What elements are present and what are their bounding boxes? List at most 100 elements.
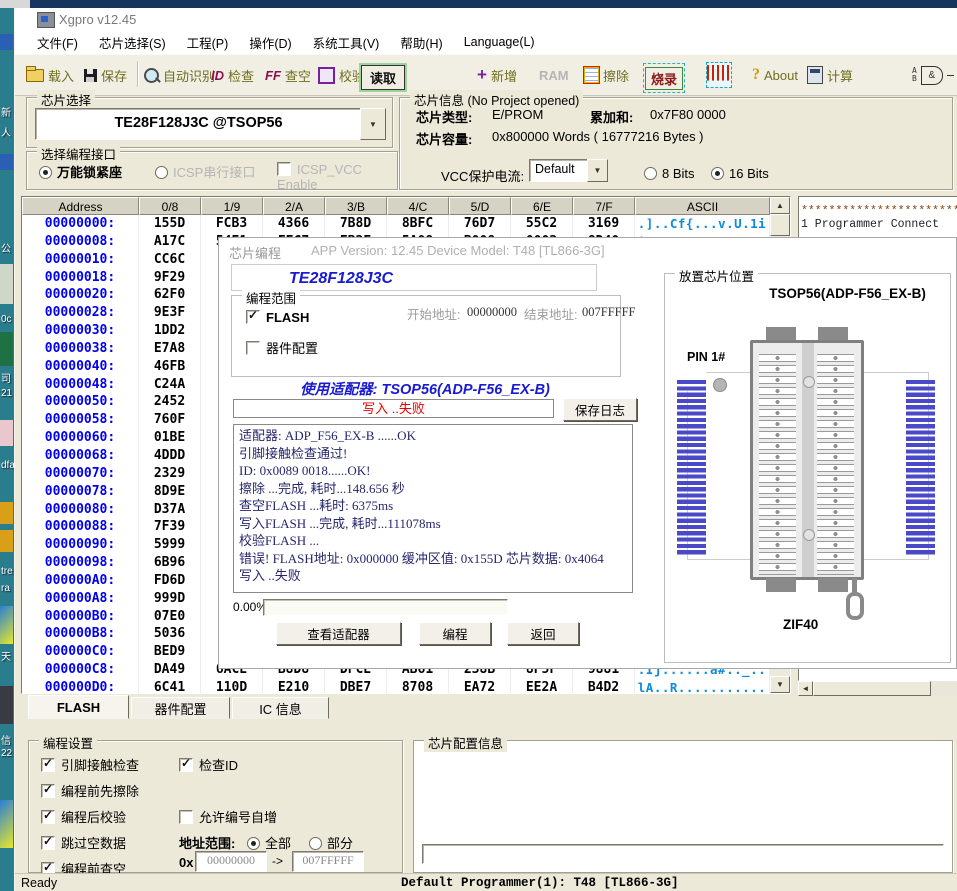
hex-header-address[interactable]: Address <box>22 197 139 215</box>
menu-language[interactable]: Language(L) <box>464 35 535 49</box>
desktop-icon[interactable] <box>0 264 13 304</box>
hex-cell[interactable]: D37A <box>139 501 201 519</box>
settings-checkbox[interactable]: ✓编程后校验 <box>41 807 139 825</box>
chip-select-combobox[interactable]: TE28F128J3C @TSOP56 <box>35 108 362 140</box>
check-id-checkbox[interactable]: ✓检查ID <box>179 755 238 774</box>
scroll-left-button[interactable]: ◄ <box>798 681 813 696</box>
hex-cell[interactable]: 8D9E <box>139 483 201 501</box>
bits8-radio[interactable]: 8 Bits <box>644 166 695 181</box>
menu-chip-select[interactable]: 芯片选择(S) <box>99 33 166 52</box>
hex-cell[interactable]: A17C <box>139 233 201 251</box>
read-button[interactable]: 读取 <box>361 64 405 90</box>
hex-cell[interactable]: 5999 <box>139 536 201 554</box>
range-from-field[interactable]: 00000000 <box>195 851 267 872</box>
settings-checkbox[interactable]: ✓跳过空数据 <box>41 833 139 851</box>
desktop-icon[interactable] <box>0 686 13 724</box>
calculator-button[interactable]: 计算 <box>807 62 853 88</box>
range-to-field[interactable]: 007FFFFF <box>292 851 364 872</box>
hex-cell[interactable]: 1DD2 <box>139 322 201 340</box>
socket-radio[interactable]: 万能锁紧座 <box>39 162 122 181</box>
vcc-dropdown-button[interactable]: ▼ <box>587 159 608 182</box>
hex-header-col[interactable]: 7/F <box>573 197 635 215</box>
hex-cell[interactable]: 2452 <box>139 393 201 411</box>
hex-cell[interactable]: 01BE <box>139 429 201 447</box>
hex-cell[interactable]: EE2A <box>511 679 573 694</box>
hex-cell[interactable]: E210 <box>263 679 325 694</box>
burn-button[interactable]: 烧录 <box>643 63 685 93</box>
hex-row[interactable]: 000000D0: 6C41 110D E210 DBE7 8708 EA72 … <box>22 679 770 694</box>
hex-cell[interactable]: 6C41 <box>139 679 201 694</box>
menu-operation[interactable]: 操作(D) <box>249 33 291 52</box>
return-button[interactable]: 返回 <box>507 622 579 645</box>
hex-cell[interactable]: 2329 <box>139 465 201 483</box>
menu-file[interactable]: 文件(F) <box>37 33 78 52</box>
title-bar[interactable]: Xgpro v12.45 <box>15 8 957 30</box>
hex-cell[interactable]: 8BFC <box>387 215 449 233</box>
desktop-icon[interactable] <box>0 420 13 446</box>
hex-cell[interactable]: E7A8 <box>139 340 201 358</box>
desktop-icon[interactable] <box>0 530 13 552</box>
hex-ascii[interactable]: .]..Cf{...v.U.1i <box>635 215 770 233</box>
hex-cell[interactable]: 6B96 <box>139 554 201 572</box>
hex-cell[interactable]: 7B8D <box>325 215 387 233</box>
hex-cell[interactable]: 46FB <box>139 358 201 376</box>
range-partial-radio[interactable]: 部分 <box>309 833 353 852</box>
menu-project[interactable]: 工程(P) <box>187 33 229 52</box>
hex-cell[interactable]: 9F29 <box>139 269 201 287</box>
hex-header-col[interactable]: 0/8 <box>139 197 201 215</box>
save-button[interactable]: 保存 <box>84 62 127 88</box>
vcc-current-select[interactable]: Default <box>529 159 594 182</box>
about-button[interactable]: ? About <box>752 62 798 88</box>
flash-checkbox[interactable]: ✓FLASH <box>246 310 309 325</box>
scroll-up-button[interactable]: ▲ <box>770 197 790 214</box>
program-button[interactable]: 编程 <box>419 622 491 645</box>
hex-cell[interactable]: 110D <box>201 679 263 694</box>
hex-cell[interactable]: 5036 <box>139 625 201 643</box>
hex-cell[interactable]: FD6D <box>139 572 201 590</box>
hex-cell[interactable]: 4DDD <box>139 447 201 465</box>
erase-button[interactable]: 擦除 <box>584 62 629 88</box>
id-check-button[interactable]: ID 检查 <box>211 62 254 88</box>
tab-ic-info[interactable]: IC 信息 <box>232 697 329 719</box>
tab-flash[interactable]: FLASH <box>28 695 129 719</box>
hex-cell[interactable]: B4D2 <box>573 679 635 694</box>
hex-cell[interactable]: DA49 <box>139 661 201 679</box>
settings-checkbox[interactable]: ✓引脚接触检查 <box>41 755 139 773</box>
auto-detect-button[interactable]: 自动识别 <box>144 62 215 88</box>
hex-header-col[interactable]: 1/9 <box>201 197 263 215</box>
hex-row[interactable]: 00000000: 155D FCB3 4366 7B8D 8BFC 76D7 … <box>22 215 770 233</box>
tab-device-config[interactable]: 器件配置 <box>131 697 230 719</box>
hex-header-ascii[interactable]: ASCII <box>635 197 770 215</box>
hex-cell[interactable]: 76D7 <box>449 215 511 233</box>
bits16-radio[interactable]: 16 Bits <box>711 166 769 181</box>
hex-cell[interactable]: 760F <box>139 411 201 429</box>
menu-system-tools[interactable]: 系统工具(V) <box>313 33 380 52</box>
hex-cell[interactable]: DBE7 <box>325 679 387 694</box>
horizontal-scrollbar[interactable]: ◄ <box>798 681 957 696</box>
device-config-checkbox[interactable]: 器件配置 <box>246 338 318 357</box>
hex-cell[interactable]: 4366 <box>263 215 325 233</box>
hex-cell[interactable]: 62F0 <box>139 286 201 304</box>
verify-button[interactable]: 校验 <box>318 62 365 88</box>
hex-cell[interactable]: FCB3 <box>201 215 263 233</box>
desktop-icon[interactable] <box>0 800 13 848</box>
scrollbar-thumb[interactable] <box>813 681 931 696</box>
hex-cell[interactable]: 55C2 <box>511 215 573 233</box>
hex-cell[interactable]: 8708 <box>387 679 449 694</box>
desktop-icon[interactable] <box>0 332 13 366</box>
desktop-icon[interactable] <box>0 606 13 644</box>
desktop-icon[interactable] <box>0 154 13 170</box>
add-button[interactable]: + 新增 <box>477 62 517 88</box>
hex-cell[interactable]: 3169 <box>573 215 635 233</box>
scroll-down-button[interactable]: ▼ <box>770 676 790 693</box>
scrollbar-thumb[interactable] <box>770 214 790 236</box>
save-log-button[interactable]: 保存日志 <box>563 398 637 421</box>
hex-cell[interactable]: 9E3F <box>139 304 201 322</box>
ic-socket-button[interactable] <box>706 62 732 88</box>
hex-ascii[interactable]: lA..R........... <box>635 679 770 694</box>
hex-header-col[interactable]: 3/B <box>325 197 387 215</box>
hex-cell[interactable]: 07E0 <box>139 608 201 626</box>
logic-gate-button[interactable]: AB & <box>912 62 954 88</box>
hex-cell[interactable]: C24A <box>139 376 201 394</box>
hex-header-col[interactable]: 4/C <box>387 197 449 215</box>
